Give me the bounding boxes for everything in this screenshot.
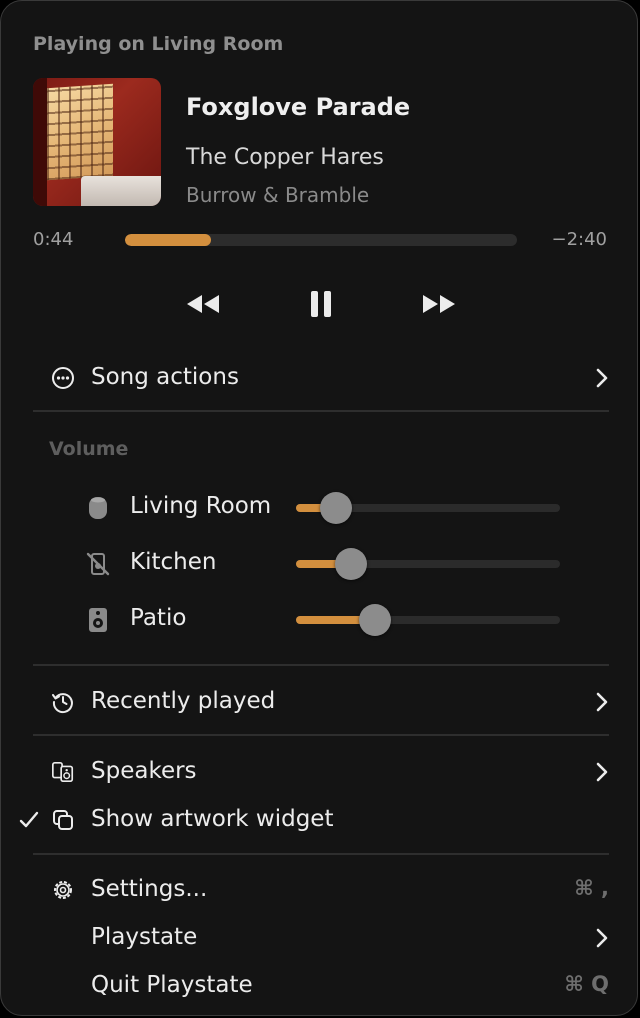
speakers-icon [51, 760, 75, 784]
divider [33, 853, 609, 855]
rewind-button[interactable] [181, 283, 225, 325]
slider-knob[interactable] [319, 492, 352, 524]
chevron-right-icon [596, 368, 608, 388]
room-name: Patio [130, 605, 187, 631]
divider [33, 734, 609, 736]
recently-played-label: Recently played [91, 688, 276, 714]
now-playing-panel: Playing on Living Room Foxglove Parade T… [0, 0, 638, 1016]
volume-slider[interactable] [296, 492, 560, 524]
speakers-label: Speakers [91, 758, 197, 784]
speaker-muted-icon [85, 551, 111, 577]
ellipsis-circle-icon [51, 366, 75, 390]
settings-label: Settings... [91, 876, 208, 902]
chevron-right-icon [596, 692, 608, 712]
show-artwork-widget-label: Show artwork widget [91, 806, 334, 832]
room-name: Living Room [130, 493, 272, 519]
pause-icon [311, 291, 331, 317]
quit-shortcut: ⌘ Q [564, 972, 609, 996]
playback-controls [1, 283, 640, 325]
song-artist: The Copper Hares [186, 145, 384, 170]
volume-heading: Volume [49, 438, 129, 460]
speakers-item[interactable]: Speakers [1, 750, 639, 794]
chevron-right-icon [596, 762, 608, 782]
slider-knob[interactable] [359, 604, 392, 636]
widget-copy-icon [51, 808, 75, 832]
song-actions-item[interactable]: Song actions [1, 356, 639, 400]
song-album: Burrow & Bramble [186, 183, 370, 207]
room-name: Kitchen [130, 549, 217, 575]
album-artwork [33, 78, 161, 206]
homepod-icon [85, 495, 111, 521]
checkmark-icon [19, 811, 39, 828]
rewind-icon [187, 295, 219, 313]
quit-item[interactable]: Quit Playstate ⌘ Q [1, 964, 639, 1008]
playstate-item[interactable]: Playstate [1, 916, 639, 960]
volume-row-kitchen: Kitchen [1, 543, 639, 583]
pause-button[interactable] [299, 283, 343, 325]
time-elapsed: 0:44 [33, 229, 74, 250]
show-artwork-widget-item[interactable]: Show artwork widget [1, 798, 639, 842]
quit-label: Quit Playstate [91, 972, 253, 998]
song-actions-label: Song actions [91, 364, 239, 390]
gear-icon [51, 878, 75, 902]
artwork-window [47, 83, 113, 181]
volume-slider[interactable] [296, 604, 560, 636]
header-title: Playing on Living Room [33, 33, 284, 55]
time-remaining: −2:40 [551, 229, 607, 250]
progress-fill [125, 234, 212, 246]
slider-knob[interactable] [335, 548, 368, 580]
fast-forward-button[interactable] [417, 283, 461, 325]
playstate-label: Playstate [91, 924, 198, 950]
artwork-shadow [33, 78, 47, 206]
settings-shortcut: ⌘ , [574, 876, 609, 900]
speaker-icon [85, 607, 111, 633]
settings-item[interactable]: Settings... ⌘ , [1, 868, 639, 912]
volume-slider[interactable] [296, 548, 560, 580]
progress-bar[interactable] [125, 234, 517, 246]
volume-row-living-room: Living Room [1, 487, 639, 527]
fast-forward-icon [423, 295, 455, 313]
recently-played-item[interactable]: Recently played [1, 680, 639, 724]
volume-row-patio: Patio [1, 599, 639, 639]
chevron-right-icon [596, 928, 608, 948]
song-title: Foxglove Parade [186, 93, 411, 121]
divider [33, 664, 609, 666]
history-icon [51, 690, 75, 714]
divider [33, 410, 609, 412]
artwork-bed [81, 176, 161, 206]
